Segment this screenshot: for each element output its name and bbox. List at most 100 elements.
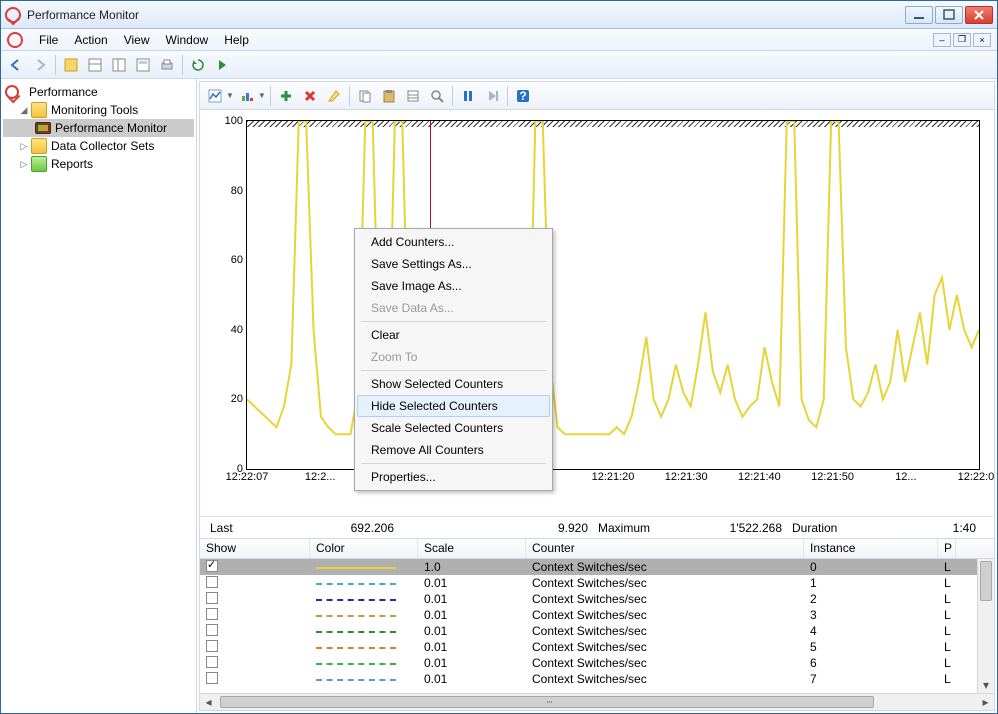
ctx-hide-selected[interactable]: Hide Selected Counters <box>357 395 550 417</box>
view-histogram-button[interactable] <box>236 85 258 107</box>
ctx-save-data: Save Data As... <box>357 297 550 319</box>
table-row[interactable]: 0.01Context Switches/sec4L <box>200 623 994 639</box>
menu-file[interactable]: File <box>31 31 66 49</box>
tree-performance-monitor[interactable]: Performance Monitor <box>3 119 194 137</box>
scrollbar-thumb[interactable] <box>220 696 874 708</box>
col-show[interactable]: Show <box>200 539 310 558</box>
cell-instance: 1 <box>804 576 938 590</box>
table-row[interactable]: 0.01Context Switches/sec2L <box>200 591 994 607</box>
close-button[interactable] <box>965 6 993 24</box>
tree-label: Data Collector Sets <box>49 139 156 153</box>
update-button[interactable] <box>481 85 503 107</box>
play-button[interactable] <box>211 54 233 76</box>
refresh-button[interactable] <box>187 54 209 76</box>
show-hide-tree-button[interactable] <box>60 54 82 76</box>
show-checkbox[interactable] <box>206 608 218 620</box>
freeze-button[interactable] <box>457 85 479 107</box>
tree-data-collector-sets[interactable]: ▷ Data Collector Sets <box>3 137 194 155</box>
tree-root-performance[interactable]: Performance <box>3 83 194 101</box>
scroll-left-icon[interactable]: ◂ <box>200 694 217 710</box>
color-swatch <box>316 647 396 649</box>
table-row[interactable]: 0.01Context Switches/sec1L <box>200 575 994 591</box>
add-counter-button[interactable] <box>275 85 297 107</box>
horizontal-scrollbar[interactable]: ◂ ▸ <box>200 693 994 710</box>
view-graph-button[interactable] <box>204 85 226 107</box>
table-row[interactable]: 0.01Context Switches/sec7L <box>200 671 994 687</box>
show-checkbox[interactable] <box>206 592 218 604</box>
ctx-remove-all[interactable]: Remove All Counters <box>357 439 550 461</box>
table-row[interactable]: 0.01Context Switches/sec5L <box>200 639 994 655</box>
print-button[interactable] <box>156 54 178 76</box>
maximize-button[interactable] <box>935 6 963 24</box>
scroll-down-icon[interactable]: ▾ <box>978 676 994 693</box>
title-bar[interactable]: Performance Monitor <box>1 1 997 29</box>
ctx-save-settings[interactable]: Save Settings As... <box>357 253 550 275</box>
delete-counter-button[interactable] <box>299 85 321 107</box>
mdi-close-button[interactable]: × <box>973 33 991 47</box>
show-checkbox[interactable] <box>206 640 218 652</box>
menu-action[interactable]: Action <box>66 31 115 49</box>
cell-counter: Context Switches/sec <box>526 672 804 686</box>
chart-area[interactable]: 100 80 60 40 20 0 12:22:07 12:2... 1:10 … <box>200 110 994 516</box>
expand-icon[interactable]: ▷ <box>19 159 29 169</box>
table-row[interactable]: 0.01Context Switches/sec3L <box>200 607 994 623</box>
paste-button[interactable] <box>378 85 400 107</box>
tree-reports[interactable]: ▷ Reports <box>3 155 194 173</box>
app-window: Performance Monitor File Action View Win… <box>0 0 998 714</box>
forward-button[interactable] <box>29 54 51 76</box>
expand-icon[interactable]: ▷ <box>19 141 29 151</box>
show-checkbox[interactable] <box>206 576 218 588</box>
ctx-clear[interactable]: Clear <box>357 324 550 346</box>
col-counter[interactable]: Counter <box>526 539 804 558</box>
cell-scale: 0.01 <box>418 672 526 686</box>
collapse-icon[interactable]: ◢ <box>19 105 29 115</box>
cell-p: L <box>938 560 956 574</box>
view-button-2[interactable] <box>108 54 130 76</box>
cell-scale: 1.0 <box>418 560 526 574</box>
menu-view[interactable]: View <box>116 31 158 49</box>
ctx-scale-selected[interactable]: Scale Selected Counters <box>357 417 550 439</box>
properties-button[interactable] <box>132 54 154 76</box>
mdi-restore-button[interactable]: ❐ <box>953 33 971 47</box>
zoom-button[interactable] <box>426 85 448 107</box>
tree-monitoring-tools[interactable]: ◢ Monitoring Tools <box>3 101 194 119</box>
table-row[interactable]: 1.0Context Switches/sec0L <box>200 559 994 575</box>
minimize-button[interactable] <box>905 6 933 24</box>
col-scale[interactable]: Scale <box>418 539 526 558</box>
cell-instance: 6 <box>804 656 938 670</box>
col-instance[interactable]: Instance <box>804 539 938 558</box>
ctx-add-counters[interactable]: Add Counters... <box>357 231 550 253</box>
back-button[interactable] <box>5 54 27 76</box>
vertical-scrollbar[interactable]: ▾ <box>977 559 994 693</box>
ctx-properties[interactable]: Properties... <box>357 466 550 488</box>
xtick: 12:21:20 <box>592 471 635 483</box>
ctx-show-selected[interactable]: Show Selected Counters <box>357 373 550 395</box>
xtick: 12:21:50 <box>811 471 854 483</box>
menu-app-icon <box>7 32 23 48</box>
grid-header[interactable]: Show Color Scale Counter Instance P <box>200 539 994 559</box>
cell-scale: 0.01 <box>418 656 526 670</box>
scrollbar-thumb[interactable] <box>980 561 992 601</box>
table-row[interactable]: 0.01Context Switches/sec6L <box>200 655 994 671</box>
show-checkbox[interactable] <box>206 560 218 572</box>
ctx-save-image[interactable]: Save Image As... <box>357 275 550 297</box>
help-button[interactable]: ? <box>512 85 534 107</box>
xtick: 12:21:30 <box>665 471 708 483</box>
col-p[interactable]: P <box>938 539 956 558</box>
show-checkbox[interactable] <box>206 672 218 684</box>
menu-window[interactable]: Window <box>158 31 217 49</box>
cell-scale: 0.01 <box>418 640 526 654</box>
properties-toolbar-button[interactable] <box>402 85 424 107</box>
menu-help[interactable]: Help <box>216 31 257 49</box>
grid-body[interactable]: 1.0Context Switches/sec0L0.01Context Swi… <box>200 559 994 693</box>
highlight-button[interactable] <box>323 85 345 107</box>
mdi-minimize-button[interactable]: – <box>933 33 951 47</box>
copy-button[interactable] <box>354 85 376 107</box>
col-color[interactable]: Color <box>310 539 418 558</box>
cell-p: L <box>938 592 956 606</box>
cell-scale: 0.01 <box>418 608 526 622</box>
view-button-1[interactable] <box>84 54 106 76</box>
scroll-right-icon[interactable]: ▸ <box>977 694 994 710</box>
show-checkbox[interactable] <box>206 656 218 668</box>
show-checkbox[interactable] <box>206 624 218 636</box>
